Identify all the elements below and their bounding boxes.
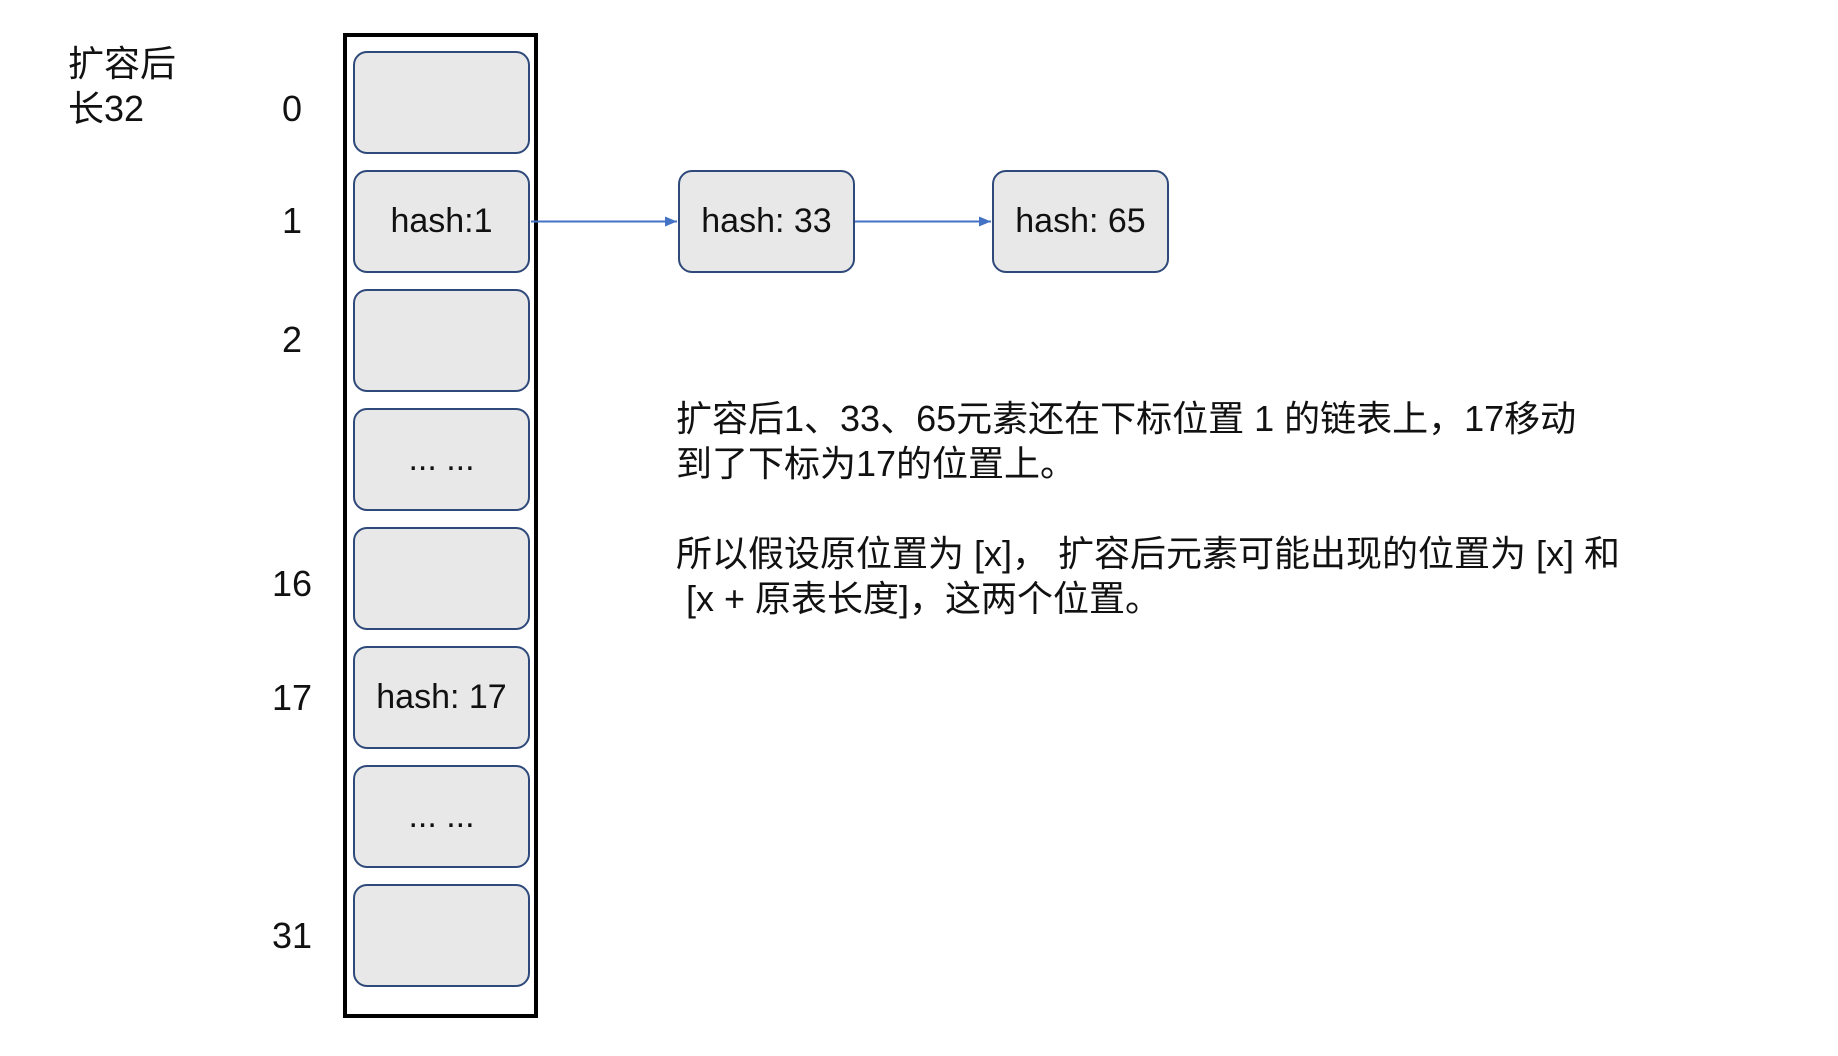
chain-node-label: hash: 33 <box>701 202 832 240</box>
bucket-index-2: 2 <box>281 319 303 360</box>
bucket-index-0: 0 <box>281 88 303 129</box>
resize-caption-line-2: 长32 <box>68 88 145 129</box>
bucket-index-1: 1 <box>281 200 303 241</box>
arrow-layer <box>531 216 991 227</box>
explanation-line: [x + 原表长度]，这两个位置。 <box>676 578 1162 619</box>
chain-node-33: hash: 33 <box>678 170 855 273</box>
diagram-canvas: 扩容后 长32 0 1 2 16 17 31 hash:1 ... ... ha… <box>0 0 1838 1056</box>
explanation-line: 到了下标为17的位置上。 <box>676 443 1077 484</box>
bucket-cell-31 <box>353 884 530 987</box>
hash-table-array: hash:1 ... ... hash: 17 ... ... <box>343 33 538 1018</box>
resize-caption-line-1: 扩容后 <box>68 43 177 84</box>
bucket-cell-1: hash:1 <box>353 170 530 273</box>
explanation-line: 所以假设原位置为 [x]， 扩容后元素可能出现的位置为 [x] 和 <box>676 533 1621 574</box>
explanation-paragraph-2: 所以假设原位置为 [x]， 扩容后元素可能出现的位置为 [x] 和 [x + 原… <box>676 531 1620 621</box>
bucket-index-31: 31 <box>271 915 313 956</box>
bucket-cell-ellipsis-a: ... ... <box>353 408 530 511</box>
chain-node-label: hash: 65 <box>1015 202 1146 240</box>
bucket-cell-ellipsis-b: ... ... <box>353 765 530 868</box>
resize-caption: 扩容后 长32 <box>68 41 176 131</box>
bucket-ellipsis: ... ... <box>408 440 475 478</box>
bucket-content: hash:1 <box>390 202 493 240</box>
explanation-line: 扩容后1、33、65元素还在下标位置 1 的链表上，17移动 <box>676 398 1577 439</box>
bucket-cell-0 <box>353 51 530 154</box>
bucket-cell-16 <box>353 527 530 630</box>
bucket-cell-2 <box>353 289 530 392</box>
bucket-cell-17: hash: 17 <box>353 646 530 749</box>
bucket-index-16: 16 <box>271 563 313 604</box>
bucket-content: hash: 17 <box>376 678 507 716</box>
explanation-paragraph-1: 扩容后1、33、65元素还在下标位置 1 的链表上，17移动 到了下标为17的位… <box>676 396 1576 486</box>
chain-node-65: hash: 65 <box>992 170 1169 273</box>
bucket-index-17: 17 <box>271 677 313 718</box>
bucket-ellipsis: ... ... <box>408 797 475 835</box>
